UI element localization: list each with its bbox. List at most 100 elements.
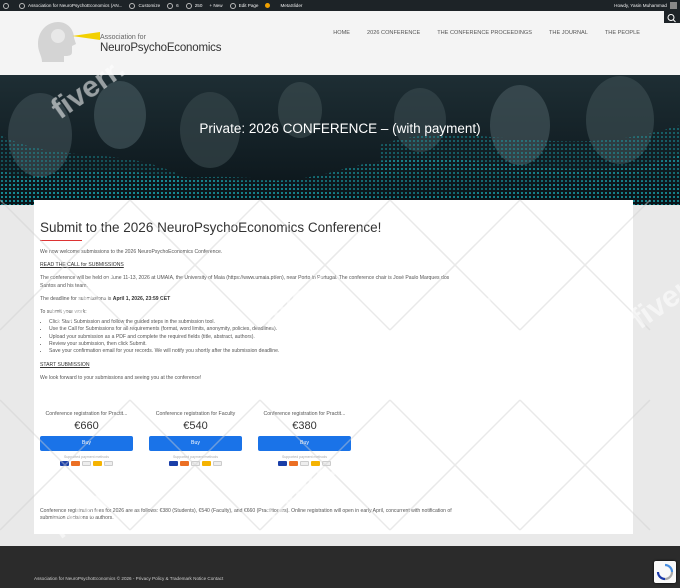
seo-status-icon bbox=[265, 3, 271, 8]
site-header: Association for NeuroPsychoEconomics HOM… bbox=[0, 11, 680, 75]
look-forward-text: We look forward to your submissions and … bbox=[40, 375, 202, 382]
discover-icon bbox=[93, 461, 102, 466]
main-nav: HOME 2026 CONFERENCE THE CONFERENCE PROC… bbox=[333, 30, 640, 36]
visa-icon bbox=[191, 461, 200, 466]
step-item: Upload your submission as a PDF and comp… bbox=[49, 334, 460, 341]
search-button[interactable] bbox=[664, 11, 680, 23]
read-call-link[interactable]: READ THE CALL for SUBMISSIONS bbox=[40, 262, 124, 268]
visa-icon bbox=[300, 461, 309, 466]
price-title: Conference registration for Faculty bbox=[155, 411, 236, 417]
nav-people[interactable]: THE PEOPLE bbox=[605, 30, 640, 36]
hero-banner: Private: 2026 CONFERENCE – (with payment… bbox=[0, 75, 680, 205]
footer-text[interactable]: Association for NeuroPsychoEconomics © 2… bbox=[34, 576, 223, 581]
yellow-beam-icon bbox=[72, 32, 100, 40]
admin-metaslider-label: MetaSlider bbox=[280, 3, 303, 8]
wallet-icon bbox=[104, 461, 113, 466]
watermark-text: fiverr. bbox=[625, 262, 680, 336]
wordpress-logo[interactable] bbox=[3, 2, 12, 9]
step-item: Review your submission, then click Submi… bbox=[49, 341, 460, 348]
pricing-row: Conference registration for Practit... €… bbox=[40, 411, 351, 466]
comments-count: 6 bbox=[176, 3, 179, 8]
admin-howdy[interactable]: Howdy, Yasin Muhammad bbox=[614, 3, 667, 8]
payment-methods-label: Supported payment methods bbox=[64, 455, 109, 459]
avatar[interactable] bbox=[670, 2, 677, 9]
payment-methods-label: Supported payment methods bbox=[282, 455, 327, 459]
page-title: Private: 2026 CONFERENCE – (with payment… bbox=[199, 121, 481, 136]
admin-customize-label: Customize bbox=[138, 3, 161, 8]
brush-icon bbox=[129, 2, 136, 9]
comment-icon bbox=[185, 2, 192, 9]
admin-edit-page-label: Edit Page bbox=[238, 3, 259, 8]
payment-methods bbox=[258, 461, 351, 466]
nav-home[interactable]: HOME bbox=[333, 30, 350, 36]
wordpress-icon bbox=[3, 2, 9, 9]
start-submission-link[interactable]: START SUBMISSION bbox=[40, 362, 90, 368]
discover-icon bbox=[311, 461, 320, 466]
admin-new-label: + New bbox=[209, 3, 223, 8]
admin-bar: Association for NeuroPsychoEconomics (AN… bbox=[0, 0, 680, 11]
site-footer: Association for NeuroPsychoEconomics © 2… bbox=[0, 546, 680, 588]
head-silhouette-icon bbox=[38, 22, 76, 62]
admin-comments[interactable]: 6 bbox=[167, 2, 179, 9]
mastercard-icon bbox=[289, 461, 298, 466]
visa-icon bbox=[82, 461, 91, 466]
payment-methods-label: Supported payment methods bbox=[173, 455, 218, 459]
home-icon bbox=[19, 2, 25, 9]
deadline-prefix: The deadline for submissions is bbox=[40, 296, 113, 303]
price-card: Conference registration for Practit... €… bbox=[258, 411, 351, 466]
admin-site-name[interactable]: Association for NeuroPsychoEconomics (AN… bbox=[19, 2, 123, 9]
conference-held-text: The conference will be held on June 11-1… bbox=[40, 275, 450, 289]
mastercard-icon bbox=[71, 461, 80, 466]
admin-customize[interactable]: Customize bbox=[129, 2, 161, 9]
search-icon bbox=[667, 14, 676, 23]
to-submit-text: To submit your work: bbox=[40, 309, 87, 316]
content-heading: Submit to the 2026 NeuroPsychoEconomics … bbox=[40, 220, 382, 235]
pencil-icon bbox=[229, 2, 236, 9]
buy-button[interactable]: Buy bbox=[149, 436, 242, 451]
step-item: Use the Call for Submissions for all req… bbox=[49, 326, 460, 333]
step-item: Click Start Submission and follow the gu… bbox=[49, 319, 460, 326]
deadline-text: The deadline for submissions is April 1,… bbox=[40, 296, 460, 303]
logo-line-2: NeuroPsychoEconomics bbox=[100, 42, 222, 54]
hero-background-image bbox=[0, 75, 680, 205]
wallet-icon bbox=[213, 461, 222, 466]
payment-methods bbox=[40, 461, 133, 466]
mastercard-icon bbox=[180, 461, 189, 466]
price-amount: €540 bbox=[183, 420, 208, 432]
price-amount: €660 bbox=[74, 420, 99, 432]
amex-icon bbox=[278, 461, 287, 466]
welcome-text: We now welcome submissions to the 2026 N… bbox=[40, 248, 223, 255]
content-card: Submit to the 2026 NeuroPsychoEconomics … bbox=[34, 200, 633, 534]
recaptcha-icon bbox=[656, 563, 674, 581]
nav-conference-proceedings[interactable]: THE CONFERENCE PROCEEDINGS bbox=[437, 30, 532, 36]
price-title: Conference registration for Practit... bbox=[263, 411, 346, 417]
payment-methods bbox=[149, 461, 242, 466]
admin-status[interactable] bbox=[265, 3, 273, 8]
refresh-icon bbox=[167, 2, 174, 9]
admin-updates[interactable]: 250 bbox=[185, 2, 203, 9]
site-logo[interactable]: Association for NeuroPsychoEconomics bbox=[34, 18, 224, 68]
buy-button[interactable]: Buy bbox=[258, 436, 351, 451]
price-card: Conference registration for Faculty €540… bbox=[149, 411, 242, 466]
registration-fees-note: Conference registration fees for 2026 ar… bbox=[40, 508, 452, 522]
submission-steps: Click Start Submission and follow the gu… bbox=[40, 319, 460, 356]
buy-button[interactable]: Buy bbox=[40, 436, 133, 451]
amex-icon bbox=[169, 461, 178, 466]
updates-count: 250 bbox=[194, 3, 203, 8]
wallet-icon bbox=[322, 461, 331, 466]
admin-metaslider[interactable]: MetaSlider bbox=[280, 3, 302, 8]
amex-icon bbox=[60, 461, 69, 466]
discover-icon bbox=[202, 461, 211, 466]
nav-journal[interactable]: THE JOURNAL bbox=[549, 30, 588, 36]
price-title: Conference registration for Practit... bbox=[45, 411, 128, 417]
recaptcha-badge[interactable] bbox=[654, 561, 676, 583]
logo-line-1: Association for bbox=[100, 34, 146, 41]
admin-edit-page[interactable]: Edit Page bbox=[229, 2, 259, 9]
main-content: Submit to the 2026 NeuroPsychoEconomics … bbox=[40, 218, 460, 388]
deadline-date: April 1, 2026, 23:59 CET bbox=[112, 296, 171, 303]
admin-site-name-label: Association for NeuroPsychoEconomics (AN… bbox=[28, 3, 123, 8]
nav-2026-conference[interactable]: 2026 CONFERENCE bbox=[367, 30, 420, 36]
price-card: Conference registration for Practit... €… bbox=[40, 411, 133, 466]
admin-new[interactable]: + New bbox=[209, 3, 222, 8]
step-item: Save your confirmation email for your re… bbox=[49, 348, 460, 355]
